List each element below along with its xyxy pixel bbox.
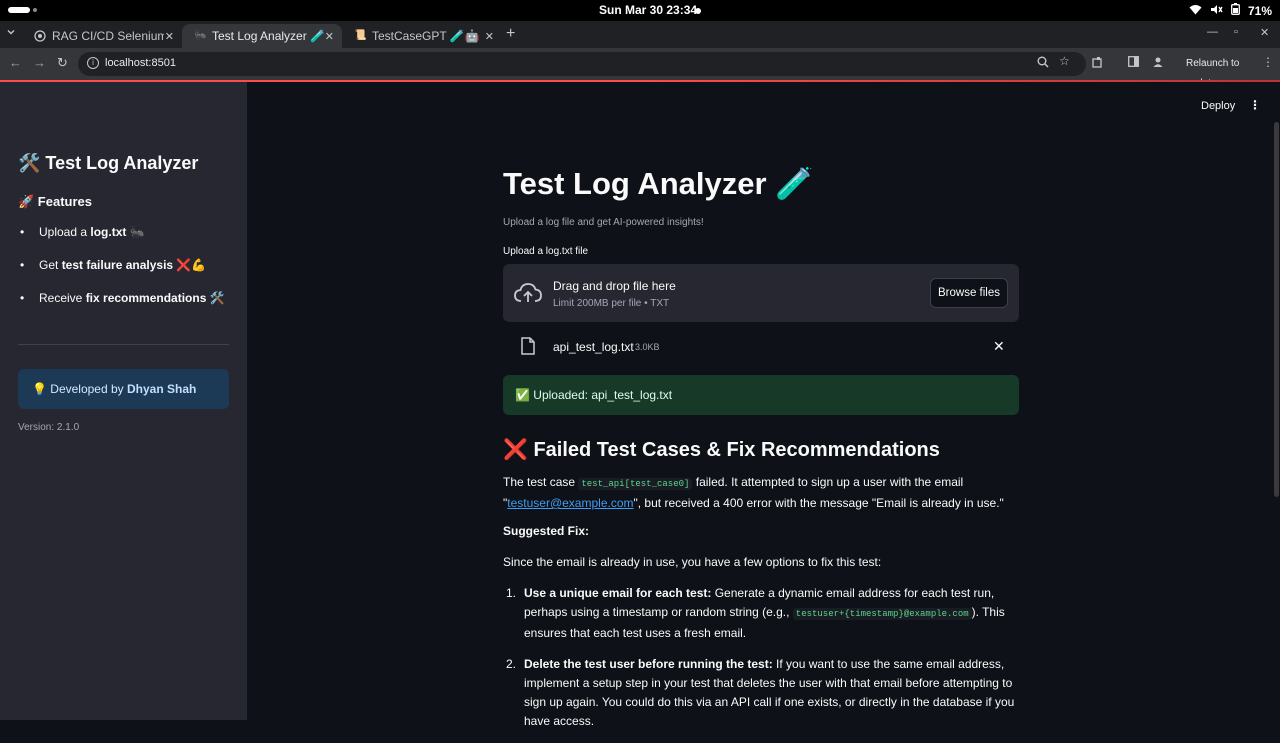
fix-item: 1. Use a unique email for each test: Gen…: [506, 586, 1005, 640]
maximize-icon[interactable]: ▫: [1234, 26, 1238, 38]
close-tab-icon[interactable]: ✕: [165, 30, 174, 43]
suggested-fix-heading: Suggested Fix:: [503, 524, 590, 538]
ant-icon: 🐜: [194, 30, 207, 41]
browser-tab-strip: RAG CI/CD Selenium Te ✕ 🐜 Test Log Analy…: [0, 21, 1280, 48]
browser-toolbar: ← → ↻ i localhost:8501 ☆ Relaunch to upd…: [0, 48, 1280, 89]
feature-item: Upload a log.txt 🐜: [18, 224, 225, 257]
scroll-icon: 📜: [354, 30, 367, 41]
back-arrow-icon[interactable]: ←: [9, 55, 22, 70]
site-info-icon[interactable]: i: [87, 57, 99, 69]
main-content: Deploy ⋮ Test Log Analyzer 🧪 Upload a lo…: [247, 82, 1280, 728]
tab-testcasegpt[interactable]: 📜 TestCaseGPT 🧪🤖 ✕: [342, 24, 502, 48]
wifi-icon: [1189, 4, 1202, 18]
tab-title: Test Log Analyzer 🧪: [212, 29, 325, 43]
main-menu-icon[interactable]: ⋮: [1249, 98, 1261, 112]
section-title: ❌ Failed Test Cases & Fix Recommendation…: [503, 439, 940, 461]
extensions-icon[interactable]: [1092, 56, 1104, 71]
system-tray[interactable]: 71%: [1189, 3, 1272, 18]
scrollbar-thumb[interactable]: [1274, 122, 1279, 497]
reload-icon[interactable]: ↻: [57, 55, 68, 71]
tab-rag-cicd[interactable]: RAG CI/CD Selenium Te ✕: [22, 24, 182, 48]
features-heading: 🚀 Features: [18, 194, 92, 209]
profile-icon[interactable]: [1152, 56, 1164, 71]
url-text[interactable]: localhost:8501: [105, 57, 176, 69]
feature-item: Receive fix recommendations 🛠️: [18, 290, 225, 323]
fix-intro: Since the email is already in use, you h…: [503, 555, 882, 569]
file-icon: [521, 337, 535, 360]
uploaded-file-row: api_test_log.txt 3.0KB ✕: [503, 334, 1019, 362]
minimize-icon[interactable]: —: [1207, 26, 1218, 38]
close-tab-icon[interactable]: ✕: [485, 30, 494, 43]
deploy-button[interactable]: Deploy: [1201, 100, 1235, 112]
tab-test-log-analyzer[interactable]: 🐜 Test Log Analyzer 🧪 ✕: [182, 24, 342, 48]
browse-files-button[interactable]: Browse files: [930, 278, 1008, 308]
page-caption: Upload a log file and get AI-powered ins…: [503, 217, 704, 228]
developer-info-box: 💡 Developed by Dhyan Shah: [18, 369, 229, 409]
close-window-icon[interactable]: ✕: [1260, 26, 1269, 39]
browser-menu-icon[interactable]: ⋮: [1262, 55, 1274, 69]
remove-file-close-icon[interactable]: ✕: [993, 338, 1005, 355]
tab-title: TestCaseGPT 🧪🤖: [372, 29, 480, 43]
sidebar-divider: [18, 344, 229, 345]
page-title: Test Log Analyzer 🧪: [503, 166, 814, 201]
developer-name: Dhyan Shah: [127, 382, 197, 396]
features-list: Upload a log.txt 🐜 Get test failure anal…: [18, 224, 225, 323]
version-label: Version: 2.1.0: [18, 422, 80, 433]
sidebar: 🛠️ Test Log Analyzer 🚀 Features Upload a…: [0, 82, 247, 720]
tab-search-chevron-icon[interactable]: [6, 27, 20, 41]
inline-code: test_api[test_case0]: [578, 478, 693, 490]
address-bar[interactable]: i localhost:8501: [78, 52, 1086, 76]
side-panel-icon[interactable]: [1128, 56, 1139, 70]
forward-arrow-icon[interactable]: →: [33, 55, 46, 70]
os-clock[interactable]: Sun Mar 30 23:34: [599, 3, 697, 17]
tab-title: RAG CI/CD Selenium Te: [52, 29, 164, 43]
mute-icon: [1210, 4, 1223, 18]
globe-icon: [34, 30, 46, 42]
file-dropzone[interactable]: Drag and drop file here Limit 200MB per …: [503, 264, 1019, 322]
workspace-dot: [33, 8, 37, 12]
notification-dot: [695, 8, 701, 14]
feature-item: Get test failure analysis ❌💪: [18, 257, 225, 290]
inline-code: testuser+{timestamp}@example.com: [792, 608, 972, 620]
file-name: api_test_log.txt: [553, 340, 634, 354]
new-tab-plus-icon[interactable]: +: [506, 25, 515, 43]
zoom-icon[interactable]: [1037, 56, 1049, 71]
dropzone-title: Drag and drop file here: [553, 279, 676, 293]
upload-label: Upload a log.txt file: [503, 246, 589, 257]
email-link[interactable]: testuser@example.com: [507, 496, 633, 510]
fix-list: 1. Use a unique email for each test: Gen…: [503, 584, 1019, 743]
dropzone-limit: Limit 200MB per file • TXT: [553, 298, 670, 309]
bookmark-star-icon[interactable]: ☆: [1059, 54, 1070, 68]
file-size: 3.0KB: [635, 342, 660, 352]
cloud-upload-icon: [514, 282, 542, 309]
failure-description: The test case test_api[test_case0] faile…: [503, 475, 1004, 510]
battery-percent: 71%: [1247, 3, 1272, 18]
workspace-indicator[interactable]: [8, 7, 30, 13]
sidebar-title: 🛠️ Test Log Analyzer: [18, 153, 199, 173]
upload-success-alert: ✅ Uploaded: api_test_log.txt: [503, 375, 1019, 415]
close-tab-icon[interactable]: ✕: [325, 30, 334, 43]
battery-icon: [1231, 3, 1240, 18]
os-top-bar: Sun Mar 30 23:34 71%: [0, 0, 1280, 21]
